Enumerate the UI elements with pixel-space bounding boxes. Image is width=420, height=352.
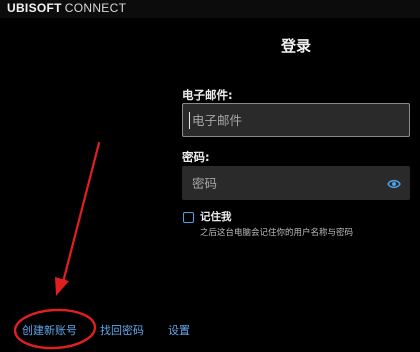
annotation-arrow-head [55, 277, 69, 296]
brand-name: UBISOFT [7, 1, 62, 15]
brand-product: CONNECT [64, 1, 127, 15]
password-field[interactable] [192, 167, 382, 199]
text-caret [189, 112, 190, 129]
annotation-arrow-shaft [60, 141, 101, 288]
remember-me-hint: 之后这台电脑会记住你的用户名称与密码 [200, 228, 354, 238]
remember-me-checkbox[interactable] [183, 212, 194, 223]
page-title: 登录 [281, 37, 312, 55]
password-label: 密码: [182, 150, 210, 164]
email-field[interactable] [192, 104, 382, 136]
remember-me-label[interactable]: 记住我 [200, 211, 232, 224]
email-field-box[interactable] [182, 103, 410, 137]
settings-link[interactable]: 设置 [168, 324, 190, 337]
ubisoft-connect-login-screen: UBISOFTCONNECT 登录 电子邮件: 密码: 记住我 之后这台电脑会记… [0, 0, 420, 352]
password-field-box[interactable] [182, 166, 410, 200]
title-bar: UBISOFT CONNECT [0, 0, 420, 18]
create-account-link[interactable]: 创建新账号 [22, 324, 77, 337]
app-brand: UBISOFT CONNECT [7, 1, 126, 15]
eye-icon[interactable] [387, 178, 401, 190]
forgot-password-link[interactable]: 找回密码 [100, 324, 144, 337]
email-label: 电子邮件: [182, 88, 233, 102]
